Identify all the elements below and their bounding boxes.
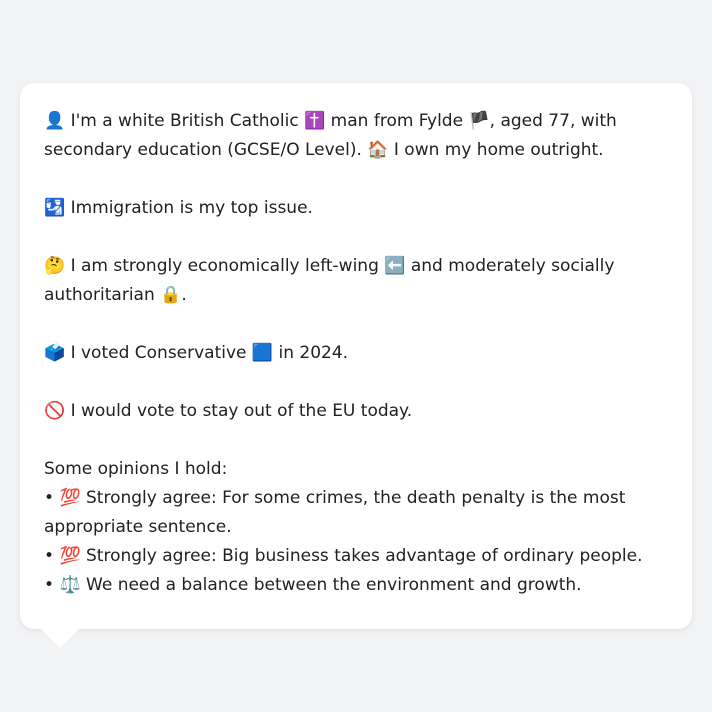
thinking-face-icon: 🤔	[44, 256, 66, 276]
opinion-text: Strongly agree: Big business takes advan…	[80, 546, 643, 566]
lock-icon: 🔒	[160, 285, 182, 305]
opinion-item: • 💯 Strongly agree: Big business takes a…	[44, 542, 668, 571]
intro-paragraph: 👤 I'm a white British Catholic ✝️ man fr…	[44, 107, 668, 165]
eu-paragraph: 🚫 I would vote to stay out of the EU tod…	[44, 397, 668, 426]
hundred-points-icon: 💯	[59, 546, 81, 566]
left-arrow-icon: ⬅️	[384, 256, 406, 276]
ideology-paragraph: 🤔 I am strongly economically left-wing ⬅…	[44, 252, 668, 310]
bullet: •	[44, 488, 60, 508]
opinions-heading: Some opinions I hold:	[44, 459, 228, 479]
balance-scale-icon: ⚖️	[59, 575, 81, 595]
eu-text: I would vote to stay out of the EU today…	[65, 401, 413, 421]
bullet: •	[44, 575, 60, 595]
cross-icon: ✝️	[304, 111, 326, 131]
prohibited-icon: 🚫	[44, 401, 66, 421]
persona-message-bubble: 👤 I'm a white British Catholic ✝️ man fr…	[20, 83, 692, 629]
opinions-section: Some opinions I hold: • 💯 Strongly agree…	[44, 455, 668, 600]
bullet: •	[44, 546, 60, 566]
bubble-tail	[40, 628, 80, 648]
house-icon: 🏠	[367, 140, 389, 160]
ideology-text-3: .	[181, 285, 187, 305]
intro-text-4: I own my home outright.	[388, 140, 604, 160]
opinion-text: We need a balance between the environmen…	[80, 575, 582, 595]
intro-text-1: I'm a white British Catholic	[65, 111, 305, 131]
england-flag-icon: 🏴	[468, 111, 490, 131]
top-issue-text: Immigration is my top issue.	[65, 198, 313, 218]
hundred-points-icon: 💯	[59, 488, 81, 508]
person-icon: 👤	[44, 111, 66, 131]
vote-text-1: I voted Conservative	[65, 343, 252, 363]
opinion-item: • ⚖️ We need a balance between the envir…	[44, 571, 668, 600]
vote-paragraph: 🗳️ I voted Conservative 🟦 in 2024.	[44, 339, 668, 368]
ideology-text-1: I am strongly economically left-wing	[65, 256, 385, 276]
opinion-text: Strongly agree: For some crimes, the dea…	[44, 488, 626, 537]
ballot-box-icon: 🗳️	[44, 343, 66, 363]
passport-control-icon: 🛂	[44, 198, 66, 218]
top-issue-paragraph: 🛂 Immigration is my top issue.	[44, 194, 668, 223]
vote-text-2: in 2024.	[273, 343, 349, 363]
opinion-item: • 💯 Strongly agree: For some crimes, the…	[44, 484, 668, 542]
blue-square-icon: 🟦	[251, 343, 274, 363]
intro-text-2: man from Fylde	[325, 111, 469, 131]
